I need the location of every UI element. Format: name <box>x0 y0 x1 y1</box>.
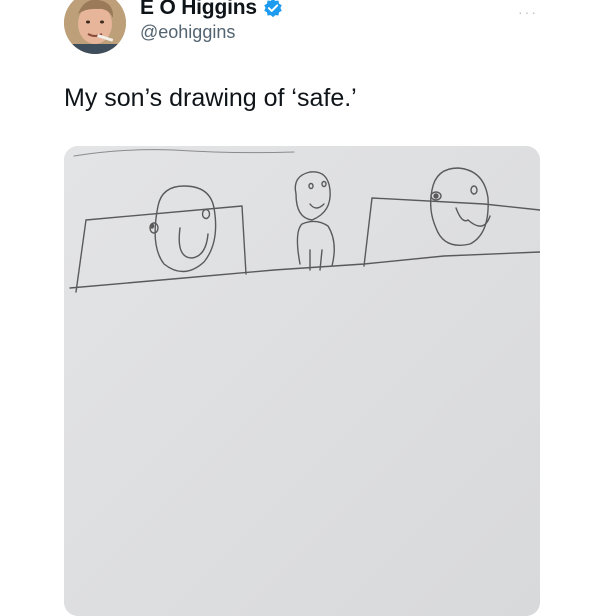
author-block: E O Higgins @eohiggins <box>140 0 283 43</box>
childs-drawing-image <box>64 146 540 616</box>
verified-badge-icon <box>264 0 282 18</box>
name-row: E O Higgins <box>140 0 283 20</box>
tweet-media-drawing[interactable] <box>64 146 540 616</box>
avatar[interactable] <box>64 0 126 54</box>
profile-photo-icon <box>64 0 126 54</box>
handle[interactable]: @eohiggins <box>140 22 283 43</box>
more-options-icon[interactable]: ··· <box>518 4 538 20</box>
display-name[interactable]: E O Higgins <box>140 0 257 20</box>
tweet-text: My son’s drawing of ‘safe.’ <box>64 84 357 112</box>
